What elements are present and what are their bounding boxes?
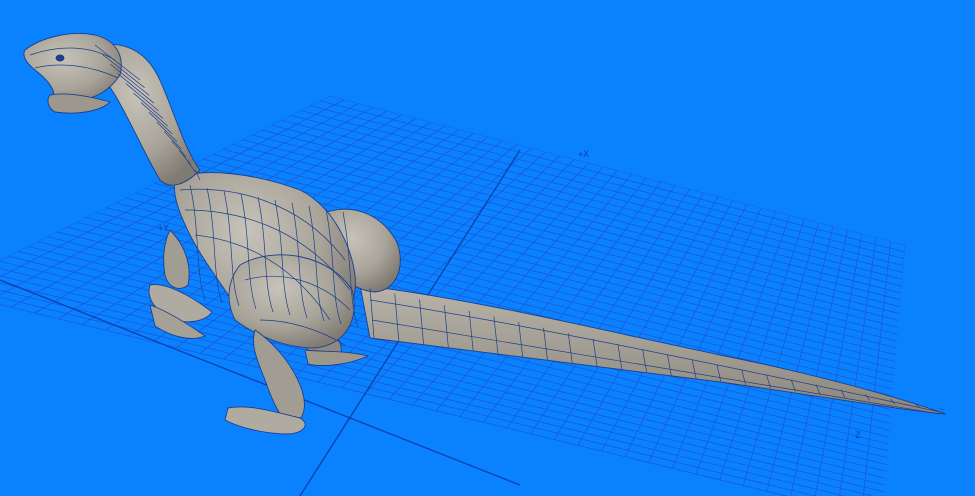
ground-grid xyxy=(0,96,905,496)
grid-line xyxy=(310,105,905,260)
grid-line xyxy=(329,96,905,246)
grid-line xyxy=(320,100,905,253)
grid-line xyxy=(17,250,890,466)
viewport-canvas[interactable] xyxy=(0,0,975,496)
mesh-jaw xyxy=(47,93,111,114)
mesh-arm xyxy=(163,229,190,289)
mesh-edge xyxy=(371,319,941,415)
z-axis-label: Z xyxy=(855,431,861,441)
y-axis-label: +Y xyxy=(158,224,169,234)
mesh-eye xyxy=(55,54,65,62)
x-axis-label: +X xyxy=(578,150,589,160)
mesh-edge xyxy=(939,408,945,411)
3d-viewport[interactable]: +X +Y Z xyxy=(0,0,975,496)
